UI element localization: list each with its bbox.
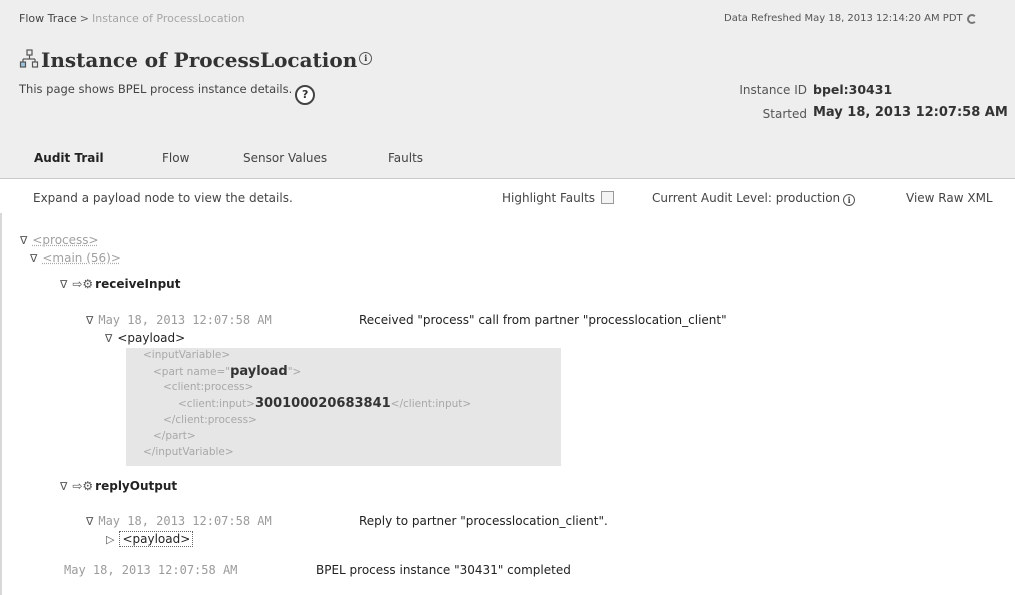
timestamp: May 18, 2013 12:07:58 AM [64,563,238,577]
data-refreshed-label: Data Refreshed May 18, 2013 12:14:20 AM … [724,13,963,24]
audit-message: BPEL process instance "30431" completed [316,563,571,577]
payload-tag[interactable]: <payload> [119,531,194,547]
expand-toggle-icon[interactable]: ∇ [86,314,93,327]
audit-entry-reply: ∇ May 18, 2013 12:07:58 AM [86,514,272,528]
page-title: Instance of ProcessLocation [41,48,358,72]
started-value: May 18, 2013 12:07:58 AM [813,105,1008,120]
process-tag[interactable]: <process> [32,233,98,247]
collapse-toggle-icon[interactable]: ▷ [106,533,114,546]
tab-audit-trail[interactable]: Audit Trail [34,151,104,165]
xml-part-attr-close: "> [287,366,302,378]
activity-receive-input: ∇ ⇨⚙ receiveInput [60,277,180,291]
xml-input-variable-close: </inputVariable> [143,446,234,458]
help-icon[interactable]: ? [295,85,316,105]
tab-sensor-values[interactable]: Sensor Values [243,151,327,165]
xml-client-input: <client:input>300100020683841</client:in… [178,396,471,411]
started-label: Started [762,107,807,121]
xml-part-close: </part> [153,430,196,442]
main-tag[interactable]: <main (56)> [42,251,121,265]
highlight-faults: Highlight Faults [502,191,615,205]
tab-bar: Audit Trail Flow Sensor Values Faults [0,140,1015,179]
instance-id-value: bpel:30431 [813,82,893,97]
expand-hint: Expand a payload node to view the detail… [33,191,293,205]
xml-client-input-open: <client:input> [178,398,255,410]
activity-name: replyOutput [95,479,178,493]
xml-part-attr: <part name=" [153,366,231,378]
tab-flow[interactable]: Flow [162,151,189,165]
tree-node-process: ∇ <process> [20,233,99,247]
info-icon[interactable]: i [359,52,373,65]
breadcrumb: Flow Trace > Instance of ProcessLocation [19,12,245,25]
audit-entry-completed: May 18, 2013 12:07:58 AM [64,563,237,577]
audit-level-label: Current Audit Level: production [652,191,841,205]
expand-toggle-icon[interactable]: ∇ [105,332,112,345]
instance-id-label: Instance ID [739,83,807,97]
payload-node-reply: ▷ <payload> [106,531,194,547]
page-description-text: This page shows BPEL process instance de… [19,82,293,96]
xml-client-input-value: 300100020683841 [254,396,391,411]
activity-gear-icon: ⇨⚙ [72,479,94,493]
expand-toggle-icon[interactable]: ∇ [60,278,67,291]
timestamp: May 18, 2013 12:07:58 AM [98,514,272,528]
data-refreshed: Data Refreshed May 18, 2013 12:14:20 AM … [724,13,977,24]
process-instance-icon [19,49,39,72]
page-description: This page shows BPEL process instance de… [19,82,316,105]
tab-faults[interactable]: Faults [388,151,423,165]
breadcrumb-flow-trace-link[interactable]: Flow Trace [19,12,77,25]
xml-input-variable-open: <inputVariable> [143,349,231,361]
timestamp: May 18, 2013 12:07:58 AM [98,313,272,327]
audit-message: Received "process" call from partner "pr… [359,313,727,327]
breadcrumb-current: Instance of ProcessLocation [92,12,245,25]
tree-node-main: ∇ <main (56)> [30,251,121,265]
payload-tag[interactable]: <payload> [117,331,185,345]
audit-toolbar: Expand a payload node to view the detail… [0,179,1015,213]
xml-part-open: <part name="payload"> [153,364,301,379]
xml-part-name: payload [230,364,288,379]
view-raw-xml-link[interactable]: View Raw XML [906,191,993,205]
breadcrumb-separator: > [79,12,90,25]
expand-toggle-icon[interactable]: ∇ [20,234,27,247]
audit-entry-receive: ∇ May 18, 2013 12:07:58 AM [86,313,272,327]
payload-xml-panel: <inputVariable> <part name="payload"> <c… [126,348,561,466]
payload-node-receive: ∇ <payload> [105,331,185,345]
expand-toggle-icon[interactable]: ∇ [30,252,37,265]
audit-message: Reply to partner "processlocation_client… [359,514,608,528]
refresh-icon[interactable] [966,14,977,24]
xml-client-input-close: </client:input> [390,398,472,410]
xml-client-process-close: </client:process> [163,414,257,426]
xml-client-process-open: <client:process> [163,381,254,393]
activity-name: receiveInput [95,277,181,291]
activity-gear-icon: ⇨⚙ [72,277,94,291]
page-header: Flow Trace > Instance of ProcessLocation D… [0,0,1015,140]
audit-level-info-icon[interactable]: i [843,194,856,206]
audit-level: Current Audit Level: production i [652,191,856,206]
title-row: Instance of ProcessLocation i [19,48,373,72]
expand-toggle-icon[interactable]: ∇ [86,515,93,528]
highlight-faults-label: Highlight Faults [502,191,596,205]
highlight-faults-checkbox[interactable] [601,191,615,204]
expand-toggle-icon[interactable]: ∇ [60,480,67,493]
activity-reply-output: ∇ ⇨⚙ replyOutput [60,479,177,493]
